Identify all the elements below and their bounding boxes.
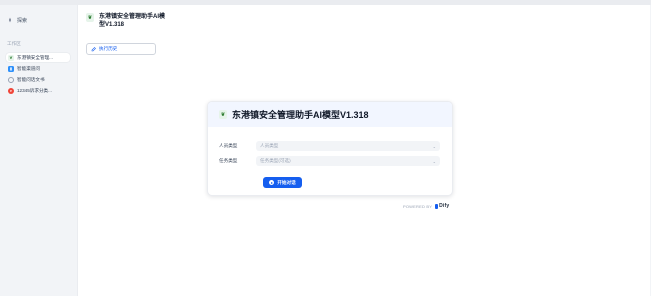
task-type-select[interactable]: 任务类型(可选) ⌄ (256, 156, 440, 166)
start-chat-button[interactable]: 开始对话 (263, 177, 302, 188)
sidebar-explore[interactable]: 探索 (7, 15, 27, 25)
field-label: 任务类型 (219, 158, 238, 163)
workspace-section-label: 工作区 (7, 41, 21, 46)
play-icon (269, 180, 275, 185)
chat-bubble-icon (8, 76, 14, 83)
sidebar-item-interrogation-docs[interactable]: 智能问话文书 (6, 75, 70, 84)
app-logo-icon: ❦ (86, 13, 94, 22)
history-button[interactable]: 执行历史 (86, 43, 156, 55)
dify-brand: Dify (439, 203, 450, 209)
select-placeholder: 任务类型(可选) (260, 158, 291, 163)
panel-header: ❦ 东港镇安全管理助手AI模型V1.318 (86, 13, 169, 29)
app-title: 东港镇安全管理助手AI模型V1.318 (99, 14, 166, 28)
sidebar-item-channel-qa[interactable]: ▮ 智能渠道问 (6, 64, 70, 73)
app-logo-icon: ❦ (219, 110, 227, 119)
field-row-person-type: 人员类型 人员类型 ⌄ (208, 141, 452, 151)
history-label: 执行历史 (99, 46, 118, 51)
person-type-select[interactable]: 人员类型 ⌄ (256, 141, 440, 151)
red-circle-icon: e (8, 87, 14, 94)
sidebar-item-label: 智能渠道问 (17, 65, 40, 71)
explore-label: 探索 (17, 17, 28, 24)
field-row-task-type: 任务类型 任务类型(可选) ⌄ (208, 156, 452, 166)
sidebar: 探索 工作区 ❦ 东港镇安全管理... ▮ 智能渠道问 智能问话文书 e 123… (0, 5, 73, 296)
compass-icon (9, 17, 11, 23)
powered-by-label: POWERED BY (403, 203, 433, 209)
book-icon: ▮ (8, 65, 14, 72)
sidebar-item-label: 12345诉求分类... (17, 87, 52, 93)
sidebar-item-label: 智能问话文书 (17, 76, 45, 82)
chevron-down-icon: ⌄ (432, 143, 436, 149)
select-placeholder: 人员类型 (260, 143, 279, 148)
form-card-header: ❦ 东港镇安全管理助手AI模型V1.318 (208, 102, 452, 127)
sidebar-item-label: 东港镇安全管理... (17, 54, 53, 60)
dify-logo[interactable]: Dify (435, 203, 449, 209)
dify-mark-icon (435, 203, 439, 209)
app-leaf-icon: ❦ (8, 54, 14, 61)
sidebar-item-12345-classify[interactable]: e 12345诉求分类... (6, 86, 70, 95)
field-label: 人员类型 (219, 143, 238, 148)
powered-by: POWERED BY Dify (403, 203, 449, 209)
app-window: 探索 工作区 ❦ 东港镇安全管理... ▮ 智能渠道问 智能问话文书 e 123… (0, 0, 651, 296)
form-title: 东港镇安全管理助手AI模型V1.318 (232, 110, 369, 120)
sidebar-item-safety-app[interactable]: ❦ 东港镇安全管理... (6, 53, 70, 62)
edit-icon (91, 46, 96, 51)
chevron-down-icon: ⌄ (432, 158, 436, 164)
start-form-card: ❦ 东港镇安全管理助手AI模型V1.318 人员类型 人员类型 ⌄ 任务类型 任… (207, 101, 453, 196)
start-label: 开始对话 (277, 179, 296, 185)
